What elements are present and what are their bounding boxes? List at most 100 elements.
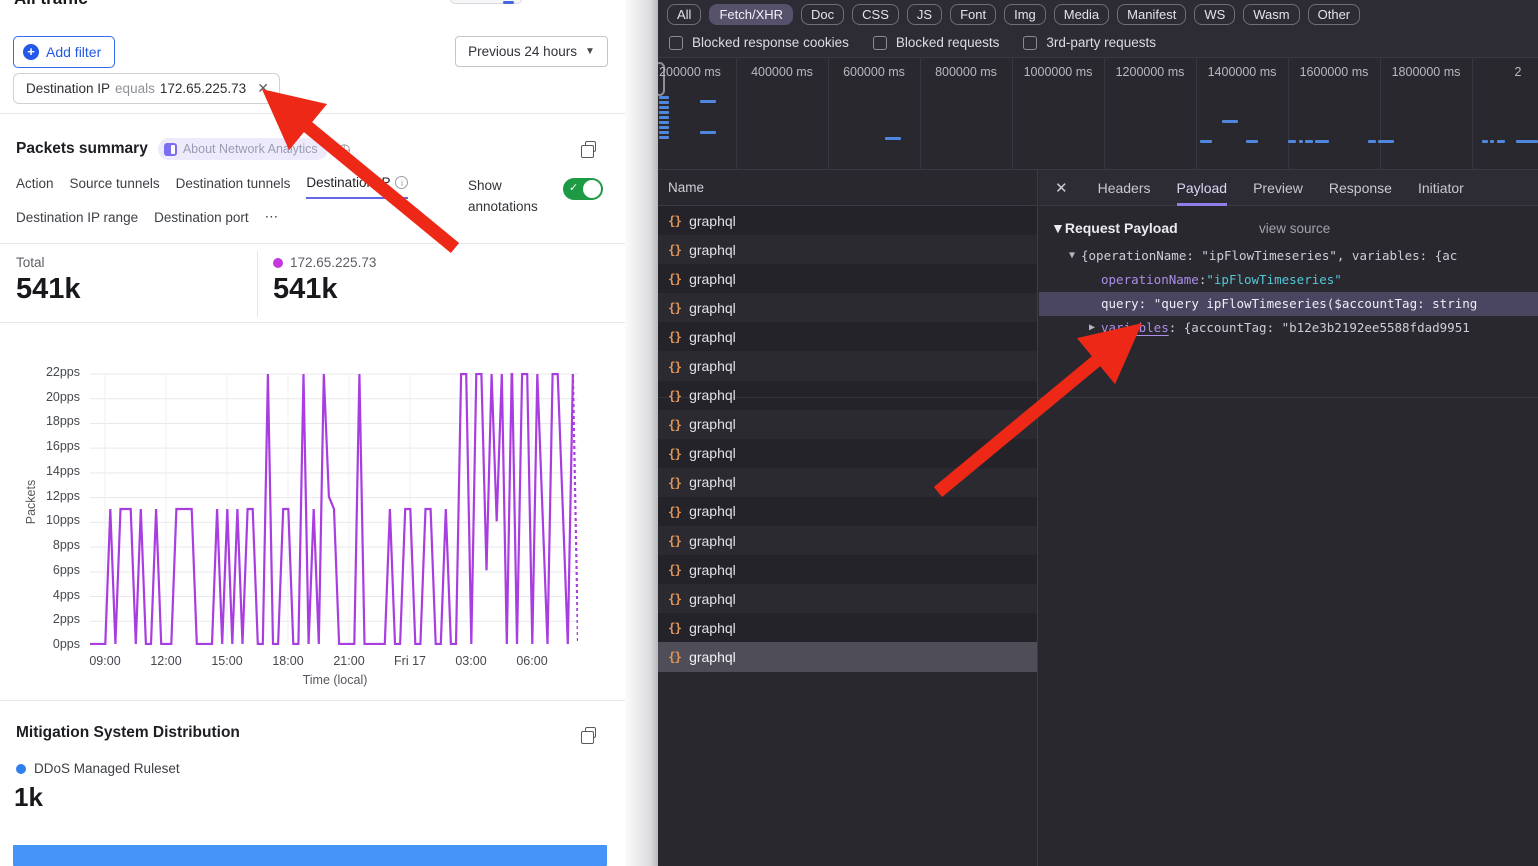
payload-code-line[interactable]: query: "query ipFlowTimeseries($accountT… — [1039, 292, 1538, 316]
divider — [658, 397, 1538, 398]
tab-destination-port[interactable]: Destination port — [154, 209, 249, 232]
copy-chart-icon[interactable] — [585, 141, 596, 152]
name-column-header[interactable]: Name — [658, 170, 1037, 206]
filter-pill-css[interactable]: CSS — [852, 4, 899, 25]
timeline-gridline — [1472, 58, 1473, 170]
network-timeline-overview[interactable]: 200000 ms400000 ms600000 ms800000 ms1000… — [658, 58, 1538, 170]
checkbox-blocked-requests[interactable]: Blocked requests — [873, 35, 1000, 50]
json-braces-icon: {} — [668, 300, 681, 315]
network-request-row[interactable]: {}graphql — [658, 468, 1037, 497]
request-marker — [659, 111, 669, 114]
filter-pill-wasm[interactable]: Wasm — [1243, 4, 1299, 25]
json-braces-icon: {} — [668, 562, 681, 577]
y-tick-label: 16pps — [18, 439, 80, 453]
json-braces-icon: {} — [668, 359, 681, 374]
time-range-select[interactable]: Previous 24 hours ▼ — [455, 36, 608, 67]
request-name: graphql — [689, 445, 736, 461]
add-filter-button[interactable]: + Add filter — [13, 36, 115, 68]
code-token: operationName — [1101, 268, 1199, 292]
network-request-row[interactable]: {}graphql — [658, 526, 1037, 555]
checkbox-label: Blocked requests — [896, 35, 1000, 50]
chevron-down-icon: ▼ — [585, 46, 595, 57]
checkbox-blocked-response-cookies[interactable]: Blocked response cookies — [669, 35, 849, 50]
network-request-row[interactable]: {}graphql — [658, 381, 1037, 410]
request-marker — [659, 101, 669, 104]
network-request-row[interactable]: {}graphql — [658, 206, 1037, 235]
request-marker — [659, 126, 669, 129]
tab-destination-ip[interactable]: Destination IPi — [306, 175, 408, 199]
request-marker — [1246, 140, 1258, 143]
timeline-tick-label: 1400000 ms — [1208, 65, 1277, 79]
divider — [0, 113, 625, 114]
network-request-row[interactable]: {}graphql — [658, 410, 1037, 439]
y-tick-label: 6pps — [18, 563, 80, 577]
tab-source-tunnels[interactable]: Source tunnels — [70, 175, 160, 199]
show-annotations-toggle[interactable]: ✓ — [563, 178, 603, 200]
tab-preview[interactable]: Preview — [1253, 170, 1303, 206]
x-tick-label: 06:00 — [502, 654, 562, 668]
network-request-row[interactable]: {}graphql — [658, 555, 1037, 584]
remove-filter-icon[interactable]: ✕ — [257, 80, 269, 97]
request-marker — [659, 131, 669, 134]
network-request-row[interactable]: {}graphql — [658, 235, 1037, 264]
payload-code-line[interactable]: operationName: "ipFlowTimeseries" — [1039, 268, 1538, 292]
network-request-row[interactable]: {}graphql — [658, 322, 1037, 351]
filter-pill-all[interactable]: All — [667, 4, 701, 25]
payload-code-line[interactable]: ▶variables: {accountTag: "b12e3b2192ee55… — [1039, 316, 1538, 340]
panel-icon — [164, 143, 177, 156]
x-axis-label: Time (local) — [200, 673, 470, 687]
analytics-panel: All traffic + Add filter Previous 24 hou… — [0, 0, 625, 866]
filter-pill-media[interactable]: Media — [1054, 4, 1109, 25]
copy-chart-icon[interactable] — [585, 727, 596, 738]
x-tick-label: 18:00 — [258, 654, 318, 668]
payload-code-line[interactable]: ▼{operationName: "ipFlowTimeseries", var… — [1039, 244, 1538, 268]
tab--[interactable]: ⋯ — [265, 209, 279, 232]
about-network-analytics-badge[interactable]: About Network Analytics — [158, 138, 328, 160]
chart-plot-area[interactable] — [90, 373, 578, 645]
network-request-row[interactable]: {}graphql — [658, 497, 1037, 526]
filter-chip[interactable]: Destination IP equals 172.65.225.73 ✕ — [13, 73, 280, 104]
network-request-row[interactable]: {}graphql — [658, 642, 1037, 671]
collapse-icon[interactable]: ▼ — [1063, 244, 1081, 268]
series-dot — [273, 258, 283, 268]
tab-destination-tunnels[interactable]: Destination tunnels — [176, 175, 291, 199]
filter-pill-manifest[interactable]: Manifest — [1117, 4, 1186, 25]
filter-pill-fetch-xhr[interactable]: Fetch/XHR — [709, 4, 793, 25]
code-token: {operationName: "ipFlowTimeseries", vari… — [1081, 244, 1457, 268]
network-request-row[interactable]: {}graphql — [658, 264, 1037, 293]
tab-initiator[interactable]: Initiator — [1418, 170, 1464, 206]
filter-pill-doc[interactable]: Doc — [801, 4, 844, 25]
network-request-row[interactable]: {}graphql — [658, 613, 1037, 642]
mitigation-bar[interactable] — [13, 845, 607, 866]
checkbox-icon[interactable] — [873, 36, 887, 50]
network-request-row[interactable]: {}graphql — [658, 584, 1037, 613]
filter-pill-ws[interactable]: WS — [1194, 4, 1235, 25]
tab-destination-ip-range[interactable]: Destination IP range — [16, 209, 138, 232]
panel-gutter — [625, 0, 658, 866]
tab-payload[interactable]: Payload — [1177, 170, 1228, 206]
network-request-row[interactable]: {}graphql — [658, 439, 1037, 468]
view-source-link[interactable]: view source — [1259, 221, 1330, 236]
filter-pill-font[interactable]: Font — [950, 4, 996, 25]
tab-label: Destination port — [154, 210, 249, 225]
stat-label: Total — [16, 255, 81, 270]
divider — [0, 700, 625, 701]
filter-pill-js[interactable]: JS — [907, 4, 942, 25]
tab-action[interactable]: Action — [16, 175, 54, 199]
network-request-row[interactable]: {}graphql — [658, 351, 1037, 380]
network-request-row[interactable]: {}graphql — [658, 293, 1037, 322]
tab-headers[interactable]: Headers — [1098, 170, 1151, 206]
checkbox-icon[interactable] — [669, 36, 683, 50]
expand-icon[interactable]: ▶ — [1083, 316, 1101, 340]
timeline-tick-label: 1000000 ms — [1024, 65, 1093, 79]
checkbox-icon[interactable] — [1023, 36, 1037, 50]
request-payload-section[interactable]: ▼Request Payload — [1051, 220, 1178, 236]
filter-pill-other[interactable]: Other — [1308, 4, 1361, 25]
filter-pill-img[interactable]: Img — [1004, 4, 1046, 25]
show-annotations-label: Show annotations — [468, 176, 560, 218]
tab-response[interactable]: Response — [1329, 170, 1392, 206]
close-icon[interactable]: ✕ — [1055, 179, 1068, 197]
request-marker — [1200, 140, 1212, 143]
request-marker — [1368, 140, 1376, 143]
checkbox-3rd-party-requests[interactable]: 3rd-party requests — [1023, 35, 1156, 50]
